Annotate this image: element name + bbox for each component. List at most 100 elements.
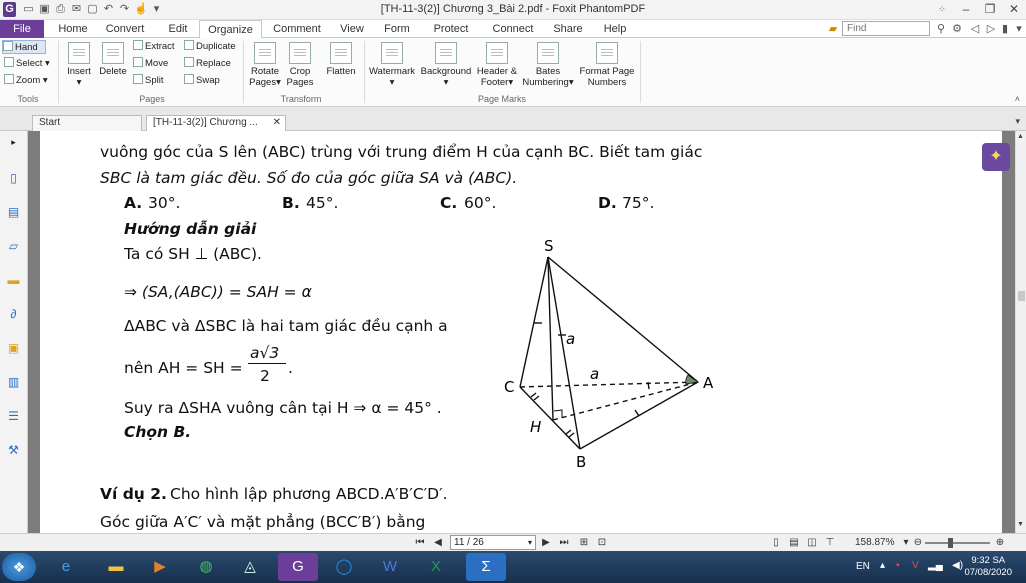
tab-view[interactable]: View xyxy=(334,20,370,38)
scroll-up-icon[interactable]: ▲ xyxy=(1017,133,1024,140)
language-indicator[interactable]: EN xyxy=(856,561,870,572)
crop-pages-button[interactable]: Crop Pages xyxy=(284,42,316,88)
lightbulb-icon[interactable]: ✦ xyxy=(982,143,1010,171)
split-button[interactable]: Split xyxy=(133,74,163,88)
extract-button[interactable]: Extract xyxy=(133,40,175,54)
layout-icon[interactable]: ⁘ xyxy=(930,0,954,20)
single-page-icon[interactable]: ▯ xyxy=(770,536,782,550)
tab-share[interactable]: Share xyxy=(552,20,584,38)
tab-edit[interactable]: Edit xyxy=(160,20,196,38)
ie-icon[interactable]: e xyxy=(46,553,86,581)
tools-panel-icon[interactable]: ⚒ xyxy=(6,443,21,458)
mathtype-icon[interactable]: Σ xyxy=(466,553,506,581)
find-input[interactable] xyxy=(842,21,930,36)
page-number-field[interactable]: 11 / 26 ▾ xyxy=(450,535,536,550)
fit-width-icon[interactable]: ⊤ xyxy=(824,536,836,550)
tab-start[interactable]: Start xyxy=(32,115,142,131)
first-page-icon[interactable]: ⏮ xyxy=(414,536,426,550)
zoom-out-icon[interactable]: ⊖ xyxy=(912,536,924,550)
tab-form[interactable]: Form xyxy=(380,20,414,38)
close-tab-icon[interactable]: ✕ xyxy=(273,116,281,130)
document-viewport[interactable]: vuông góc của S lên (ABC) trùng với trun… xyxy=(28,131,1015,533)
delete-button[interactable]: Delete xyxy=(96,42,130,77)
tab-home[interactable]: Home xyxy=(52,20,94,38)
header-footer-button[interactable]: Header & Footer▾ xyxy=(474,42,520,88)
last-page-icon[interactable]: ⏭ xyxy=(558,536,570,550)
start-button[interactable]: ❖ xyxy=(2,553,36,581)
select-tool-button[interactable]: Select ▾ xyxy=(4,57,50,71)
attachments-icon[interactable]: ∂ xyxy=(6,307,21,322)
zoom-in-icon[interactable]: ⊕ xyxy=(994,536,1006,550)
scroll-thumb[interactable] xyxy=(1018,291,1025,301)
tab-help[interactable]: Help xyxy=(600,20,630,38)
tab-protect[interactable]: Protect xyxy=(430,20,472,38)
flatten-button[interactable]: Flatten xyxy=(322,42,360,77)
pages-panel-icon[interactable]: ▯ xyxy=(6,171,21,186)
zalo-icon[interactable]: ◯ xyxy=(324,553,364,581)
restore-button[interactable]: ❐ xyxy=(978,0,1002,20)
tab-organize[interactable]: Organize xyxy=(199,20,262,39)
tray-app-icon[interactable]: ▪ xyxy=(896,560,900,571)
word-icon[interactable]: W xyxy=(370,553,410,581)
prev-page-icon[interactable]: ◀ xyxy=(432,536,444,550)
network-icon[interactable]: ▂▄ xyxy=(928,560,943,571)
next-page-icon[interactable]: ▶ xyxy=(540,536,552,550)
tab-comment[interactable]: Comment xyxy=(270,20,324,38)
volume-icon[interactable]: ◀) xyxy=(952,560,963,571)
foxit-taskbar-icon[interactable]: G xyxy=(278,553,318,581)
tab-list-chevron-icon[interactable]: ▾ xyxy=(1015,116,1020,127)
search-options-icon[interactable]: ⚲ xyxy=(934,22,948,36)
tray-chevron-icon[interactable]: ▴ xyxy=(880,560,885,571)
app-icon-a[interactable]: ◬ xyxy=(230,553,270,581)
folder-search-icon[interactable]: ▰ xyxy=(826,22,840,36)
excel-icon[interactable]: X xyxy=(416,553,456,581)
tab-connect[interactable]: Connect xyxy=(490,20,536,38)
comments-panel-icon[interactable]: ▬ xyxy=(6,273,21,288)
zoom-slider[interactable] xyxy=(925,542,990,544)
media-icon[interactable]: ▶ xyxy=(140,553,180,581)
insert-button[interactable]: Insert ▾ xyxy=(64,42,94,88)
signature-panel-icon[interactable]: ▥ xyxy=(6,375,21,390)
explorer-icon[interactable]: ▬ xyxy=(96,553,136,581)
security-lock-icon[interactable]: ▣ xyxy=(6,341,21,356)
collapse-ribbon-icon[interactable]: ˄ xyxy=(1015,94,1020,104)
tab-document[interactable]: [TH-11-3(2)] Chương ... ✕ xyxy=(146,115,286,131)
prev-view-icon[interactable]: ⊞ xyxy=(578,536,590,550)
minimize-button[interactable]: – xyxy=(954,0,978,20)
replace-button[interactable]: Replace xyxy=(184,57,231,71)
menu-chevron-icon[interactable]: ▾ xyxy=(1012,22,1026,36)
hand-tool-button[interactable]: Hand xyxy=(2,40,46,54)
close-button[interactable]: ✕ xyxy=(1002,0,1026,20)
tab-convert[interactable]: Convert xyxy=(102,20,148,38)
tray-v-icon[interactable]: V xyxy=(912,560,919,571)
next-view-icon[interactable]: ⊡ xyxy=(596,536,608,550)
page-dropdown-icon[interactable]: ▾ xyxy=(528,536,532,549)
move-button[interactable]: Move xyxy=(133,57,168,71)
bookmarks-panel-icon[interactable]: ▱ xyxy=(6,239,21,254)
scroll-down-icon[interactable]: ▼ xyxy=(1017,521,1024,528)
zoom-dropdown-icon[interactable]: ▾ xyxy=(900,536,912,550)
content-panel-icon[interactable]: ☰ xyxy=(6,409,21,424)
browser-icon[interactable]: ◍ xyxy=(186,553,226,581)
tab-file[interactable]: File xyxy=(0,20,44,38)
swap-button[interactable]: Swap xyxy=(184,74,220,88)
zoom-tool-button[interactable]: Zoom ▾ xyxy=(4,74,48,88)
rotate-pages-button[interactable]: Rotate Pages▾ xyxy=(248,42,282,88)
bates-numbering-button[interactable]: Bates Numbering▾ xyxy=(522,42,574,88)
forward-icon[interactable]: ▷ xyxy=(984,22,998,36)
zoom-level[interactable]: 158.87% xyxy=(855,537,894,548)
watermark-button[interactable]: Watermark ▾ xyxy=(367,42,417,88)
layers-panel-icon[interactable]: ▤ xyxy=(6,205,21,220)
back-icon[interactable]: ◁ xyxy=(968,22,982,36)
continuous-icon[interactable]: ▤ xyxy=(788,536,800,550)
expand-panel-icon[interactable]: ▸ xyxy=(6,135,21,150)
format-page-numbers-button[interactable]: Format Page Numbers xyxy=(578,42,636,88)
panel-icon[interactable]: ▮ xyxy=(998,22,1012,36)
duplicate-button[interactable]: Duplicate xyxy=(184,40,236,54)
settings-icon[interactable]: ⚙ xyxy=(950,22,964,36)
background-button[interactable]: Background ▾ xyxy=(420,42,472,88)
facing-icon[interactable]: ◫ xyxy=(806,536,818,550)
system-clock[interactable]: 9:32 SA 07/08/2020 xyxy=(964,555,1012,579)
zoom-slider-knob[interactable] xyxy=(948,538,953,548)
vertical-scrollbar[interactable]: ▲ ▼ xyxy=(1015,131,1026,533)
